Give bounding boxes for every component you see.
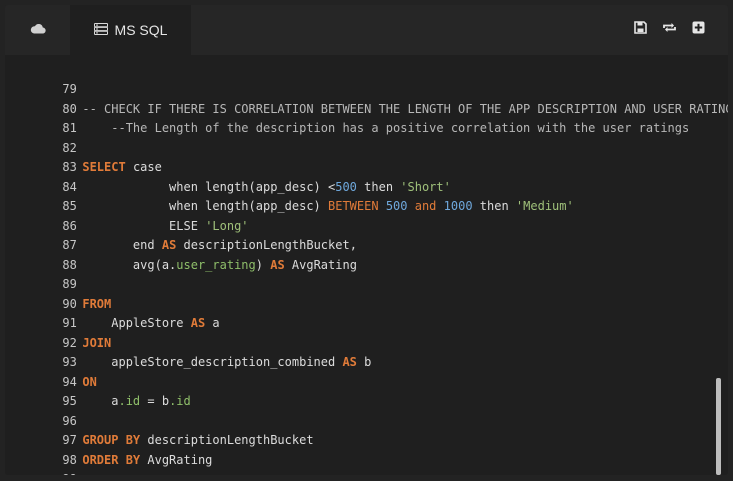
code-line: 99 xyxy=(5,451,82,475)
code-line: 96 xyxy=(5,393,82,428)
code-line: 90 FROM xyxy=(5,276,111,311)
sql-keyword: AS xyxy=(342,355,357,369)
code-line: 84 when length(app_desc) <500 then 'Shor… xyxy=(5,159,451,194)
sql-text: AvgRating xyxy=(284,257,357,272)
code-editor[interactable]: 79 80 -- CHECK IF THERE IS CORRELATION BE… xyxy=(5,61,728,475)
code-line: 95 a.id = b.id xyxy=(5,373,190,408)
sql-field: user_rating xyxy=(176,257,256,272)
cloud-icon xyxy=(30,21,46,39)
sql-text: a xyxy=(82,394,119,408)
tab-bar: MS SQL xyxy=(5,5,728,55)
sql-keyword: AS xyxy=(190,316,206,330)
code-line: 92 JOIN xyxy=(5,315,111,350)
code-line: 89 xyxy=(5,256,82,291)
code-line: 85 when length(app_desc) BETWEEN 500 and… xyxy=(5,178,573,213)
code-line: 91 AppleStore AS a xyxy=(5,295,219,330)
refresh-button[interactable] xyxy=(662,22,677,37)
sql-field: .id xyxy=(118,394,141,408)
sql-comment: --The Length of the description has a po… xyxy=(82,121,690,135)
tab-label: MS SQL xyxy=(114,22,168,38)
tab-ms-sql[interactable]: MS SQL xyxy=(70,5,191,55)
code-line: 94 ON xyxy=(5,354,96,389)
code-line: 98 ORDER BY AvgRating xyxy=(5,432,212,467)
database-icon xyxy=(93,22,108,38)
sql-text: ) xyxy=(255,257,271,272)
code-line: 80 -- CHECK IF THERE IS CORRELATION BETWE… xyxy=(5,81,728,116)
sql-string: 'Medium' xyxy=(515,199,574,213)
sql-number: 1000 xyxy=(443,199,473,213)
toolbar xyxy=(633,20,706,39)
code-line: 82 xyxy=(5,120,82,155)
refresh-icon xyxy=(662,21,677,39)
sql-text: AvgRating xyxy=(140,452,213,467)
sql-text: appleStore_description_combined xyxy=(82,355,343,369)
save-button[interactable] xyxy=(633,20,648,39)
sql-keyword: BETWEEN xyxy=(328,199,379,213)
sql-number: 500 xyxy=(385,199,408,213)
sql-text: = b xyxy=(140,394,170,408)
line-number: 99 xyxy=(48,470,82,475)
sql-text: a xyxy=(205,316,220,330)
sql-keyword: ORDER BY xyxy=(82,452,141,467)
add-icon xyxy=(692,21,705,39)
sql-field: .id xyxy=(169,394,191,408)
code-line: 88 avg(a.user_rating) AS AvgRating xyxy=(5,237,357,272)
code-line: 87 end AS descriptionLengthBucket, xyxy=(5,217,357,252)
sql-editor-window: MS SQL 79 80 -- CHECK IF THERE IS CORREL… xyxy=(5,5,728,475)
add-button[interactable] xyxy=(691,21,706,39)
sql-text: b xyxy=(356,355,372,369)
code-line: 79 xyxy=(5,61,82,96)
code-line: 86 ELSE 'Long' xyxy=(5,198,248,233)
code-line: 97 GROUP BY descriptionLengthBucket xyxy=(5,412,313,447)
code-line: 83 SELECT case xyxy=(5,139,161,174)
sql-text: avg(a. xyxy=(82,257,177,272)
sql-text: then xyxy=(472,199,516,213)
sql-keyword: and xyxy=(414,199,437,213)
save-icon xyxy=(634,20,647,39)
sql-keyword: AS xyxy=(270,257,285,272)
vertical-scrollbar[interactable] xyxy=(716,378,721,475)
tab-cloud[interactable] xyxy=(5,5,70,55)
code-line: 93 appleStore_description_combined AS b xyxy=(5,334,371,369)
code-line: 81 --The Length of the description has a… xyxy=(5,100,689,135)
